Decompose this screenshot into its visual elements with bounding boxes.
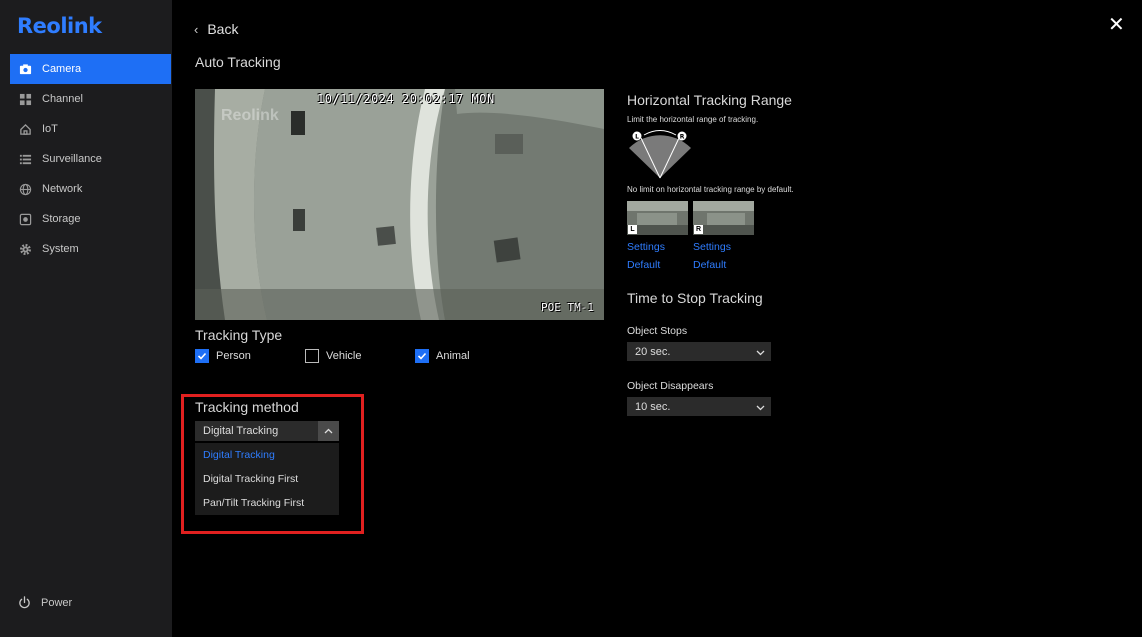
tracking-method-select[interactable]: Digital Tracking — [195, 421, 339, 441]
left-limit-thumbnail: L — [627, 201, 688, 235]
dropdown-option-digital-tracking-first[interactable]: Digital Tracking First — [195, 467, 339, 491]
camera-icon — [18, 62, 32, 76]
left-tag: L — [628, 225, 637, 234]
object-disappears-value: 10 sec. — [635, 400, 671, 413]
object-disappears-label: Object Disappears — [627, 380, 714, 392]
tracking-range-diagram-icon: L R — [629, 130, 691, 179]
sidebar-item-network[interactable]: Network — [10, 174, 171, 204]
sidebar-item-label: Channel — [42, 93, 83, 105]
sidebar-item-channel[interactable]: Channel — [10, 84, 171, 114]
camera-preview: Reolink 10/11/2024 20:02:17 MON POE TM-1 — [195, 89, 604, 320]
chevron-down-icon — [756, 402, 765, 414]
right-default-link[interactable]: Default — [693, 259, 726, 271]
checkbox-label: Person — [216, 350, 251, 362]
object-disappears-select[interactable]: 10 sec. — [627, 397, 771, 416]
checkbox-unchecked-icon — [305, 349, 319, 363]
sidebar-item-label: IoT — [42, 123, 58, 135]
camera-timestamp: 10/11/2024 20:02:17 MON — [317, 92, 495, 106]
horizontal-range-title: Horizontal Tracking Range — [627, 92, 792, 108]
home-icon — [18, 122, 32, 136]
chevron-down-icon — [756, 347, 765, 359]
dropdown-option-digital-tracking[interactable]: Digital Tracking — [195, 443, 339, 467]
left-default-link[interactable]: Default — [627, 259, 660, 271]
back-button[interactable]: ‹ Back — [194, 21, 238, 37]
sidebar-item-surveillance[interactable]: Surveillance — [10, 144, 171, 174]
tracking-method-title: Tracking method — [195, 399, 299, 415]
right-limit-thumbnail: R — [693, 201, 754, 235]
close-icon[interactable]: ✕ — [1108, 12, 1125, 36]
sidebar-item-label: Network — [42, 183, 83, 195]
power-button[interactable]: Power — [18, 596, 72, 609]
object-stops-label: Object Stops — [627, 325, 688, 337]
sidebar-nav: Camera Channel IoT Surveillance Network — [10, 54, 171, 264]
object-stops-select[interactable]: 20 sec. — [627, 342, 771, 361]
sidebar: Reolink Camera Channel IoT Surveillance — [0, 0, 172, 637]
sidebar-item-label: Surveillance — [42, 153, 102, 165]
stop-tracking-title: Time to Stop Tracking — [627, 290, 763, 306]
camera-watermark: Reolink — [221, 107, 279, 124]
reolink-logo: Reolink — [17, 14, 102, 38]
globe-icon — [18, 182, 32, 196]
checkbox-label: Animal — [436, 350, 470, 362]
right-settings-link[interactable]: Settings — [693, 241, 731, 253]
dropdown-option-pan-tilt-tracking-first[interactable]: Pan/Tilt Tracking First — [195, 491, 339, 515]
checkbox-label: Vehicle — [326, 350, 362, 362]
tracking-method-dropdown: Digital Tracking Digital Tracking First … — [195, 443, 339, 515]
checkbox-checked-icon — [415, 349, 429, 363]
sidebar-item-storage[interactable]: Storage — [10, 204, 171, 234]
horizontal-range-note: No limit on horizontal tracking range by… — [627, 185, 794, 194]
left-settings-link[interactable]: Settings — [627, 241, 665, 253]
power-icon — [18, 596, 31, 609]
camera-channel-name: POE TM-1 — [541, 301, 594, 314]
power-label: Power — [41, 596, 73, 609]
gear-icon — [18, 242, 32, 256]
object-stops-value: 20 sec. — [635, 345, 671, 358]
sidebar-item-label: Camera — [42, 63, 82, 75]
svg-text:R: R — [680, 134, 685, 141]
chevron-up-icon[interactable] — [318, 421, 339, 441]
sidebar-item-system[interactable]: System — [10, 234, 171, 264]
tracking-type-title: Tracking Type — [195, 327, 283, 343]
back-label: Back — [207, 21, 239, 37]
checkbox-animal[interactable]: Animal — [415, 349, 470, 363]
svg-text:L: L — [635, 134, 639, 141]
list-icon — [18, 152, 32, 166]
chevron-left-icon: ‹ — [194, 21, 199, 37]
page-title: Auto Tracking — [195, 54, 281, 70]
right-tag: R — [694, 225, 703, 234]
sidebar-item-label: System — [42, 243, 79, 255]
tracking-method-value: Digital Tracking — [203, 425, 279, 437]
sidebar-item-camera[interactable]: Camera — [10, 54, 171, 84]
storage-icon — [18, 212, 32, 226]
checkbox-checked-icon — [195, 349, 209, 363]
sidebar-item-label: Storage — [42, 213, 81, 225]
grid-icon — [18, 92, 32, 106]
checkbox-person[interactable]: Person — [195, 349, 251, 363]
sidebar-item-iot[interactable]: IoT — [10, 114, 171, 144]
horizontal-range-description: Limit the horizontal range of tracking. — [627, 115, 759, 124]
checkbox-vehicle[interactable]: Vehicle — [305, 349, 361, 363]
